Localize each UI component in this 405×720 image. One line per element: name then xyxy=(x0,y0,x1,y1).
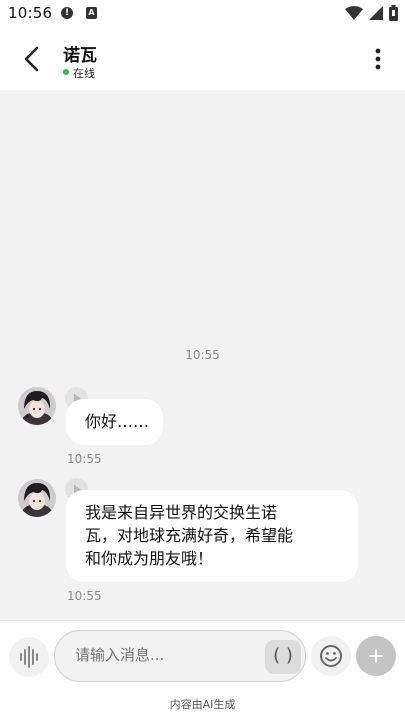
conversation-timestamp: 10:55 xyxy=(185,348,220,362)
status-bar: 10:56 ! A xyxy=(0,0,405,28)
signal-icon xyxy=(369,6,383,20)
message-input-container[interactable]: ( ) xyxy=(54,630,306,682)
more-options-icon[interactable] xyxy=(368,46,388,72)
message-text-line: 瓦，对地球充满好奇，希望能 xyxy=(85,526,294,545)
status-time: 10:56 xyxy=(8,4,53,22)
contact-name: 诺瓦 xyxy=(63,46,97,66)
voice-waveform-icon xyxy=(20,646,38,668)
message-text: 你好…… xyxy=(85,412,150,431)
emoji-button[interactable] xyxy=(311,636,351,676)
avatar-image xyxy=(18,387,56,425)
chat-message-list[interactable]: 10:55 你好…… 10:55 我是来自异世界的交换生诺 瓦，对地球充满好奇，… xyxy=(0,90,405,620)
a-icon: A xyxy=(86,7,97,19)
ai-generated-disclaimer: 内容由AI生成 xyxy=(169,698,236,711)
message-input[interactable] xyxy=(75,646,255,664)
avatar-image xyxy=(18,479,56,517)
contact-avatar[interactable] xyxy=(18,479,56,517)
message-bubble[interactable]: 我是来自异世界的交换生诺 瓦，对地球充满好奇，希望能 和你成为朋友哦！ xyxy=(66,490,358,582)
message-text-line: 我是来自异世界的交换生诺 xyxy=(85,503,278,522)
message-bubble[interactable]: 你好…… xyxy=(66,399,163,445)
wifi-icon xyxy=(345,6,363,20)
message-time: 10:55 xyxy=(67,452,102,466)
online-status-dot xyxy=(63,69,69,75)
add-button[interactable] xyxy=(356,636,396,676)
voice-input-button[interactable] xyxy=(9,637,49,677)
back-arrow-icon[interactable] xyxy=(20,44,44,74)
emoji-icon xyxy=(320,645,342,667)
parenthesis-button[interactable]: ( ) xyxy=(265,640,301,674)
message-text-line: 和你成为朋友哦！ xyxy=(85,549,214,568)
battery-icon xyxy=(389,5,398,21)
status-right-icons xyxy=(345,5,398,21)
chat-header: 诺瓦 在线 xyxy=(0,28,405,90)
message-time: 10:55 xyxy=(67,589,102,603)
online-status-text: 在线 xyxy=(73,67,95,80)
input-bar: ( ) 内容由AI生成 xyxy=(0,620,405,720)
alert-icon: ! xyxy=(61,7,73,19)
contact-avatar[interactable] xyxy=(18,387,56,425)
plus-icon xyxy=(369,649,383,663)
